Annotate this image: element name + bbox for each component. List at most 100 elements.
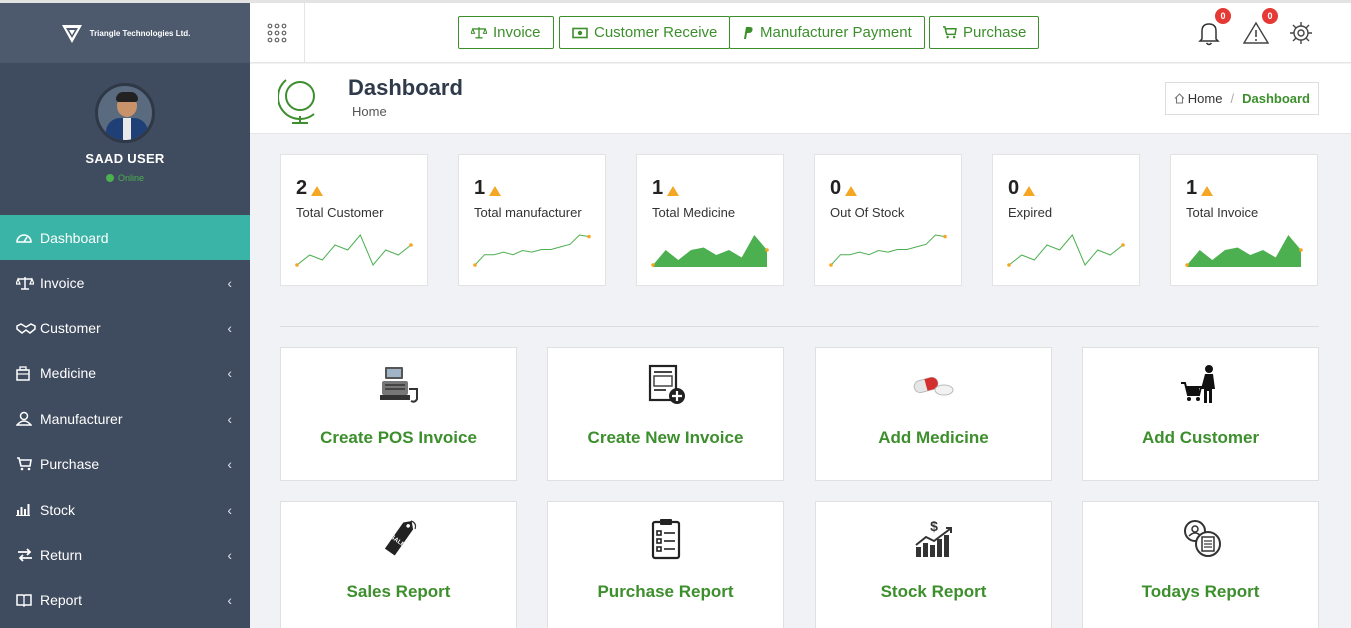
stat-value-wrap: 0 xyxy=(830,177,858,200)
clipboard-icon xyxy=(548,516,783,562)
sparkline-point xyxy=(409,243,413,247)
quick-purchase-label: Purchase xyxy=(963,24,1027,41)
chevron-left-icon: ‹ xyxy=(227,320,232,337)
warning-icon xyxy=(1243,21,1269,44)
stat-card-total-medicine[interactable]: 1 Total Medicine xyxy=(636,154,784,286)
section-divider xyxy=(280,326,1319,327)
sidebar-item-label: Dashboard xyxy=(40,229,109,246)
sidebar-item-report[interactable]: Report ‹ xyxy=(0,578,250,623)
sidebar-item-label: Return xyxy=(40,547,83,564)
sidebar-item-dashboard[interactable]: Dashboard xyxy=(0,215,250,260)
handshake-icon xyxy=(16,321,40,335)
quick-customer-receive-label: Customer Receive xyxy=(594,24,718,41)
stat-label: Total manufacturer xyxy=(474,205,582,220)
stat-card-total-customer[interactable]: 2 Total Customer xyxy=(280,154,428,286)
bell-icon xyxy=(1198,23,1220,46)
tile-stock-report[interactable]: $ Stock Report xyxy=(815,501,1052,628)
shopper-icon xyxy=(1083,362,1318,408)
stat-card-expired[interactable]: 0 Expired xyxy=(992,154,1140,286)
brand-logo[interactable]: Triangle Technologies Ltd. xyxy=(0,3,250,63)
sidebar-item-customer[interactable]: Customer ‹ xyxy=(0,305,250,350)
tile-create-pos-invoice[interactable]: Create POS Invoice xyxy=(280,347,517,481)
sidebar-item-return[interactable]: Return ‹ xyxy=(0,532,250,577)
chevron-left-icon: ‹ xyxy=(227,365,232,382)
chevron-left-icon: ‹ xyxy=(227,547,232,564)
medical-bag-icon xyxy=(16,366,40,381)
pos-terminal-icon xyxy=(281,362,516,408)
up-triangle-icon xyxy=(489,185,502,196)
tile-label: Purchase Report xyxy=(597,582,734,601)
sidebar-item-invoice[interactable]: Invoice ‹ xyxy=(0,260,250,305)
sidebar-item-stock[interactable]: Stock ‹ xyxy=(0,487,250,532)
chevron-left-icon: ‹ xyxy=(227,274,232,291)
tile-label: Add Customer xyxy=(1141,428,1260,447)
sparkline-chart xyxy=(473,234,591,267)
tile-create-new-invoice[interactable]: Create New Invoice xyxy=(547,347,784,481)
sidebar-item-label: Invoice xyxy=(40,274,85,291)
chevron-left-icon: ‹ xyxy=(227,592,232,609)
stat-value-wrap: 1 xyxy=(474,177,502,200)
paypal-icon xyxy=(744,26,753,39)
stat-card-total-manufacturer[interactable]: 1 Total manufacturer xyxy=(458,154,606,286)
sparkline-point xyxy=(829,263,833,267)
bar-chart-icon xyxy=(16,503,40,517)
brand-name: Triangle Technologies Ltd. xyxy=(89,28,191,38)
sparkline-chart xyxy=(1007,234,1125,267)
tile-sales-report[interactable]: SALE Sales Report xyxy=(280,501,517,628)
avatar[interactable] xyxy=(95,83,155,143)
breadcrumb: Home / Dashboard xyxy=(1164,82,1319,115)
breadcrumb-home[interactable]: Home xyxy=(1174,91,1222,106)
tile-add-medicine[interactable]: Add Medicine xyxy=(815,347,1052,481)
apps-grid-icon[interactable] xyxy=(250,3,305,63)
user-panel: SAAD USER Online xyxy=(0,63,250,215)
sidebar-item-label: Report xyxy=(40,592,83,609)
sparkline-line xyxy=(474,234,590,266)
sparkline-point xyxy=(1121,243,1125,247)
sidebar-item-purchase[interactable]: Purchase ‹ xyxy=(0,442,250,487)
user-status-text: Online xyxy=(117,173,144,183)
sparkline-point xyxy=(1007,263,1011,267)
alerts-button[interactable]: 0 xyxy=(1238,8,1278,50)
tile-label: Todays Report xyxy=(1141,582,1260,601)
sidebar-item-label: Purchase xyxy=(40,456,100,473)
home-icon xyxy=(1174,93,1185,104)
sparkline-point xyxy=(1299,248,1303,252)
sidebar: Triangle Technologies Ltd. SAAD USER Onl… xyxy=(0,3,250,628)
stat-label: Out Of Stock xyxy=(830,205,905,220)
up-triangle-icon xyxy=(1201,185,1214,196)
settings-button[interactable] xyxy=(1283,16,1319,50)
stat-card-out-of-stock[interactable]: 0 Out Of Stock xyxy=(814,154,962,286)
quick-customer-receive-button[interactable]: Customer Receive xyxy=(559,16,731,49)
tile-label: Add Medicine xyxy=(878,428,989,447)
sidebar-item-manufacturer[interactable]: Manufacturer ‹ xyxy=(0,396,250,441)
sparkline-chart xyxy=(1185,235,1303,267)
book-icon xyxy=(16,593,40,608)
sparkline-point xyxy=(765,248,769,252)
quick-manufacturer-payment-button[interactable]: Manufacturer Payment xyxy=(729,16,925,49)
stat-label: Total Medicine xyxy=(652,205,736,220)
tile-label: Stock Report xyxy=(880,582,987,601)
tile-label: Sales Report xyxy=(346,582,451,601)
cart-icon xyxy=(16,457,40,471)
sparkline-chart xyxy=(651,235,769,267)
sparkline-point xyxy=(473,263,477,267)
sparkline-area xyxy=(653,235,767,267)
tile-add-customer[interactable]: Add Customer xyxy=(1082,347,1319,481)
quick-invoice-button[interactable]: Invoice xyxy=(458,16,554,49)
tile-todays-report[interactable]: Todays Report xyxy=(1082,501,1319,628)
quick-purchase-button[interactable]: Purchase xyxy=(929,16,1040,49)
up-triangle-icon xyxy=(845,185,858,196)
sidebar-item-label: Medicine xyxy=(40,365,97,382)
quick-manufacturer-payment-label: Manufacturer Payment xyxy=(760,24,912,41)
sidebar-item-medicine[interactable]: Medicine ‹ xyxy=(0,351,250,396)
stat-label: Total Customer xyxy=(296,205,384,220)
notifications-button[interactable]: 0 xyxy=(1191,8,1231,50)
up-triangle-icon xyxy=(311,185,324,196)
tile-purchase-report[interactable]: Purchase Report xyxy=(547,501,784,628)
new-invoice-icon xyxy=(548,362,783,408)
stat-card-total-invoice[interactable]: 1 Total Invoice xyxy=(1170,154,1318,286)
user-name: SAAD USER xyxy=(85,151,165,166)
stat-value: 1 xyxy=(652,177,664,199)
sidebar-item-label: Customer xyxy=(40,320,101,337)
triangle-logo-icon xyxy=(61,25,82,43)
